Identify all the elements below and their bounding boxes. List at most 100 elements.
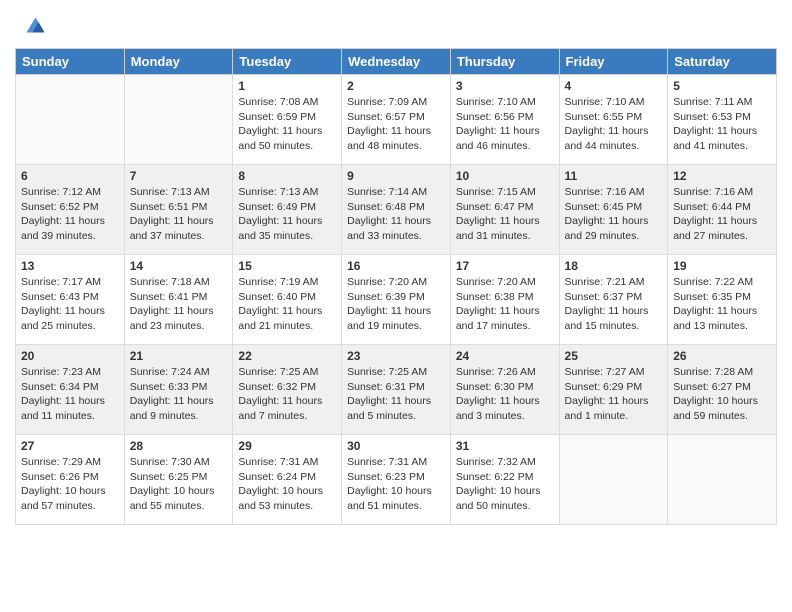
day-number: 31 — [456, 439, 554, 453]
calendar-body: 1 Sunrise: 7:08 AM Sunset: 6:59 PM Daylig… — [16, 75, 777, 525]
day-info: Sunrise: 7:26 AM Sunset: 6:30 PM Dayligh… — [456, 365, 554, 424]
day-number: 8 — [238, 169, 336, 183]
calendar-cell: 19 Sunrise: 7:22 AM Sunset: 6:35 PM Dayli… — [668, 255, 777, 345]
day-info: Sunrise: 7:11 AM Sunset: 6:53 PM Dayligh… — [673, 95, 771, 154]
calendar-cell: 18 Sunrise: 7:21 AM Sunset: 6:37 PM Dayli… — [559, 255, 668, 345]
calendar-cell: 29 Sunrise: 7:31 AM Sunset: 6:24 PM Dayli… — [233, 435, 342, 525]
calendar-cell: 13 Sunrise: 7:17 AM Sunset: 6:43 PM Dayli… — [16, 255, 125, 345]
day-info: Sunrise: 7:08 AM Sunset: 6:59 PM Dayligh… — [238, 95, 336, 154]
calendar-table: Sunday Monday Tuesday Wednesday Thursday… — [15, 48, 777, 525]
calendar-cell: 24 Sunrise: 7:26 AM Sunset: 6:30 PM Dayli… — [450, 345, 559, 435]
day-info: Sunrise: 7:15 AM Sunset: 6:47 PM Dayligh… — [456, 185, 554, 244]
day-info: Sunrise: 7:14 AM Sunset: 6:48 PM Dayligh… — [347, 185, 445, 244]
day-info: Sunrise: 7:12 AM Sunset: 6:52 PM Dayligh… — [21, 185, 119, 244]
day-number: 28 — [130, 439, 228, 453]
day-info: Sunrise: 7:13 AM Sunset: 6:51 PM Dayligh… — [130, 185, 228, 244]
logo — [15, 10, 49, 40]
day-number: 4 — [565, 79, 663, 93]
calendar-cell: 11 Sunrise: 7:16 AM Sunset: 6:45 PM Dayli… — [559, 165, 668, 255]
calendar-cell: 26 Sunrise: 7:28 AM Sunset: 6:27 PM Dayli… — [668, 345, 777, 435]
calendar-cell: 10 Sunrise: 7:15 AM Sunset: 6:47 PM Dayli… — [450, 165, 559, 255]
day-info: Sunrise: 7:31 AM Sunset: 6:23 PM Dayligh… — [347, 455, 445, 514]
day-info: Sunrise: 7:21 AM Sunset: 6:37 PM Dayligh… — [565, 275, 663, 334]
calendar-cell — [559, 435, 668, 525]
day-number: 1 — [238, 79, 336, 93]
day-number: 3 — [456, 79, 554, 93]
day-number: 16 — [347, 259, 445, 273]
day-info: Sunrise: 7:25 AM Sunset: 6:31 PM Dayligh… — [347, 365, 445, 424]
calendar-cell: 28 Sunrise: 7:30 AM Sunset: 6:25 PM Dayli… — [124, 435, 233, 525]
calendar-cell: 7 Sunrise: 7:13 AM Sunset: 6:51 PM Daylig… — [124, 165, 233, 255]
day-number: 19 — [673, 259, 771, 273]
calendar-cell: 23 Sunrise: 7:25 AM Sunset: 6:31 PM Dayli… — [342, 345, 451, 435]
day-info: Sunrise: 7:09 AM Sunset: 6:57 PM Dayligh… — [347, 95, 445, 154]
calendar-cell: 22 Sunrise: 7:25 AM Sunset: 6:32 PM Dayli… — [233, 345, 342, 435]
calendar-header-row: Sunday Monday Tuesday Wednesday Thursday… — [16, 49, 777, 75]
day-number: 13 — [21, 259, 119, 273]
header — [15, 10, 777, 40]
calendar-week-row: 27Sunrise: 7:29 AM Sunset: 6:26 PM Dayli… — [16, 435, 777, 525]
day-number: 23 — [347, 349, 445, 363]
day-info: Sunrise: 7:16 AM Sunset: 6:45 PM Dayligh… — [565, 185, 663, 244]
day-info: Sunrise: 7:24 AM Sunset: 6:33 PM Dayligh… — [130, 365, 228, 424]
day-info: Sunrise: 7:16 AM Sunset: 6:44 PM Dayligh… — [673, 185, 771, 244]
calendar-cell: 14 Sunrise: 7:18 AM Sunset: 6:41 PM Dayli… — [124, 255, 233, 345]
day-number: 11 — [565, 169, 663, 183]
day-info: Sunrise: 7:25 AM Sunset: 6:32 PM Dayligh… — [238, 365, 336, 424]
calendar-week-row: 13 Sunrise: 7:17 AM Sunset: 6:43 PM Dayli… — [16, 255, 777, 345]
calendar-week-row: 20 Sunrise: 7:23 AM Sunset: 6:34 PM Dayli… — [16, 345, 777, 435]
calendar-cell: 5 Sunrise: 7:11 AM Sunset: 6:53 PM Daylig… — [668, 75, 777, 165]
day-info: Sunrise: 7:28 AM Sunset: 6:27 PM Dayligh… — [673, 365, 771, 424]
day-number: 6 — [21, 169, 119, 183]
day-number: 9 — [347, 169, 445, 183]
day-number: 2 — [347, 79, 445, 93]
col-monday: Monday — [124, 49, 233, 75]
calendar-cell: 21Sunrise: 7:24 AM Sunset: 6:33 PM Dayli… — [124, 345, 233, 435]
day-number: 14 — [130, 259, 228, 273]
col-saturday: Saturday — [668, 49, 777, 75]
day-info: Sunrise: 7:22 AM Sunset: 6:35 PM Dayligh… — [673, 275, 771, 334]
day-number: 29 — [238, 439, 336, 453]
day-number: 25 — [565, 349, 663, 363]
col-friday: Friday — [559, 49, 668, 75]
col-tuesday: Tuesday — [233, 49, 342, 75]
calendar-cell — [668, 435, 777, 525]
day-number: 18 — [565, 259, 663, 273]
day-info: Sunrise: 7:27 AM Sunset: 6:29 PM Dayligh… — [565, 365, 663, 424]
calendar-cell — [124, 75, 233, 165]
day-number: 20 — [21, 349, 119, 363]
calendar-cell: 31Sunrise: 7:32 AM Sunset: 6:22 PM Dayli… — [450, 435, 559, 525]
day-number: 10 — [456, 169, 554, 183]
day-number: 30 — [347, 439, 445, 453]
calendar-cell: 17Sunrise: 7:20 AM Sunset: 6:38 PM Dayli… — [450, 255, 559, 345]
page-container: Sunday Monday Tuesday Wednesday Thursday… — [0, 0, 792, 535]
calendar-week-row: 1 Sunrise: 7:08 AM Sunset: 6:59 PM Daylig… — [16, 75, 777, 165]
calendar-week-row: 6 Sunrise: 7:12 AM Sunset: 6:52 PM Daylig… — [16, 165, 777, 255]
calendar-cell: 25 Sunrise: 7:27 AM Sunset: 6:29 PM Dayli… — [559, 345, 668, 435]
day-info: Sunrise: 7:18 AM Sunset: 6:41 PM Dayligh… — [130, 275, 228, 334]
day-info: Sunrise: 7:13 AM Sunset: 6:49 PM Dayligh… — [238, 185, 336, 244]
day-number: 5 — [673, 79, 771, 93]
calendar-cell: 9 Sunrise: 7:14 AM Sunset: 6:48 PM Daylig… — [342, 165, 451, 255]
col-wednesday: Wednesday — [342, 49, 451, 75]
day-number: 27 — [21, 439, 119, 453]
calendar-cell: 16 Sunrise: 7:20 AM Sunset: 6:39 PM Dayli… — [342, 255, 451, 345]
day-number: 7 — [130, 169, 228, 183]
day-number: 17 — [456, 259, 554, 273]
calendar-cell: 6 Sunrise: 7:12 AM Sunset: 6:52 PM Daylig… — [16, 165, 125, 255]
calendar-cell: 20 Sunrise: 7:23 AM Sunset: 6:34 PM Dayli… — [16, 345, 125, 435]
day-number: 15 — [238, 259, 336, 273]
day-number: 26 — [673, 349, 771, 363]
day-info: Sunrise: 7:17 AM Sunset: 6:43 PM Dayligh… — [21, 275, 119, 334]
day-info: Sunrise: 7:23 AM Sunset: 6:34 PM Dayligh… — [21, 365, 119, 424]
day-info: Sunrise: 7:31 AM Sunset: 6:24 PM Dayligh… — [238, 455, 336, 514]
calendar-cell: 27Sunrise: 7:29 AM Sunset: 6:26 PM Dayli… — [16, 435, 125, 525]
calendar-cell: 15 Sunrise: 7:19 AM Sunset: 6:40 PM Dayli… — [233, 255, 342, 345]
day-info: Sunrise: 7:19 AM Sunset: 6:40 PM Dayligh… — [238, 275, 336, 334]
day-number: 24 — [456, 349, 554, 363]
day-info: Sunrise: 7:30 AM Sunset: 6:25 PM Dayligh… — [130, 455, 228, 514]
calendar-cell: 3Sunrise: 7:10 AM Sunset: 6:56 PM Daylig… — [450, 75, 559, 165]
day-number: 22 — [238, 349, 336, 363]
day-info: Sunrise: 7:20 AM Sunset: 6:39 PM Dayligh… — [347, 275, 445, 334]
col-thursday: Thursday — [450, 49, 559, 75]
